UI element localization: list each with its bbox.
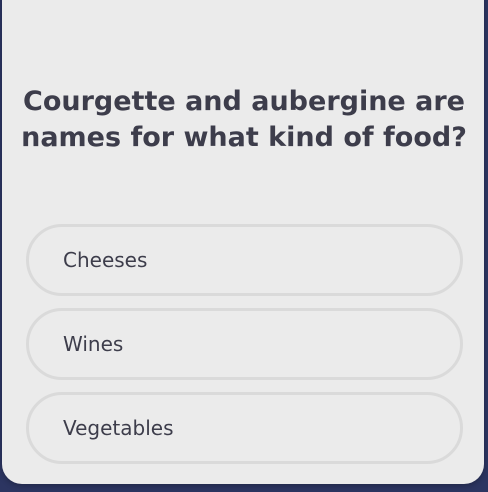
- answer-option-label: Wines: [63, 332, 124, 356]
- answer-option-label: Cheeses: [63, 248, 148, 272]
- answer-option-label: Vegetables: [63, 416, 174, 440]
- question-text: Courgette and aubergine are names for wh…: [21, 86, 467, 153]
- answer-option-vegetables[interactable]: Vegetables: [26, 392, 463, 464]
- answer-option-cheeses[interactable]: Cheeses: [26, 224, 463, 296]
- quiz-screen: Courgette and aubergine are names for wh…: [0, 0, 488, 492]
- answer-option-wines[interactable]: Wines: [26, 308, 463, 380]
